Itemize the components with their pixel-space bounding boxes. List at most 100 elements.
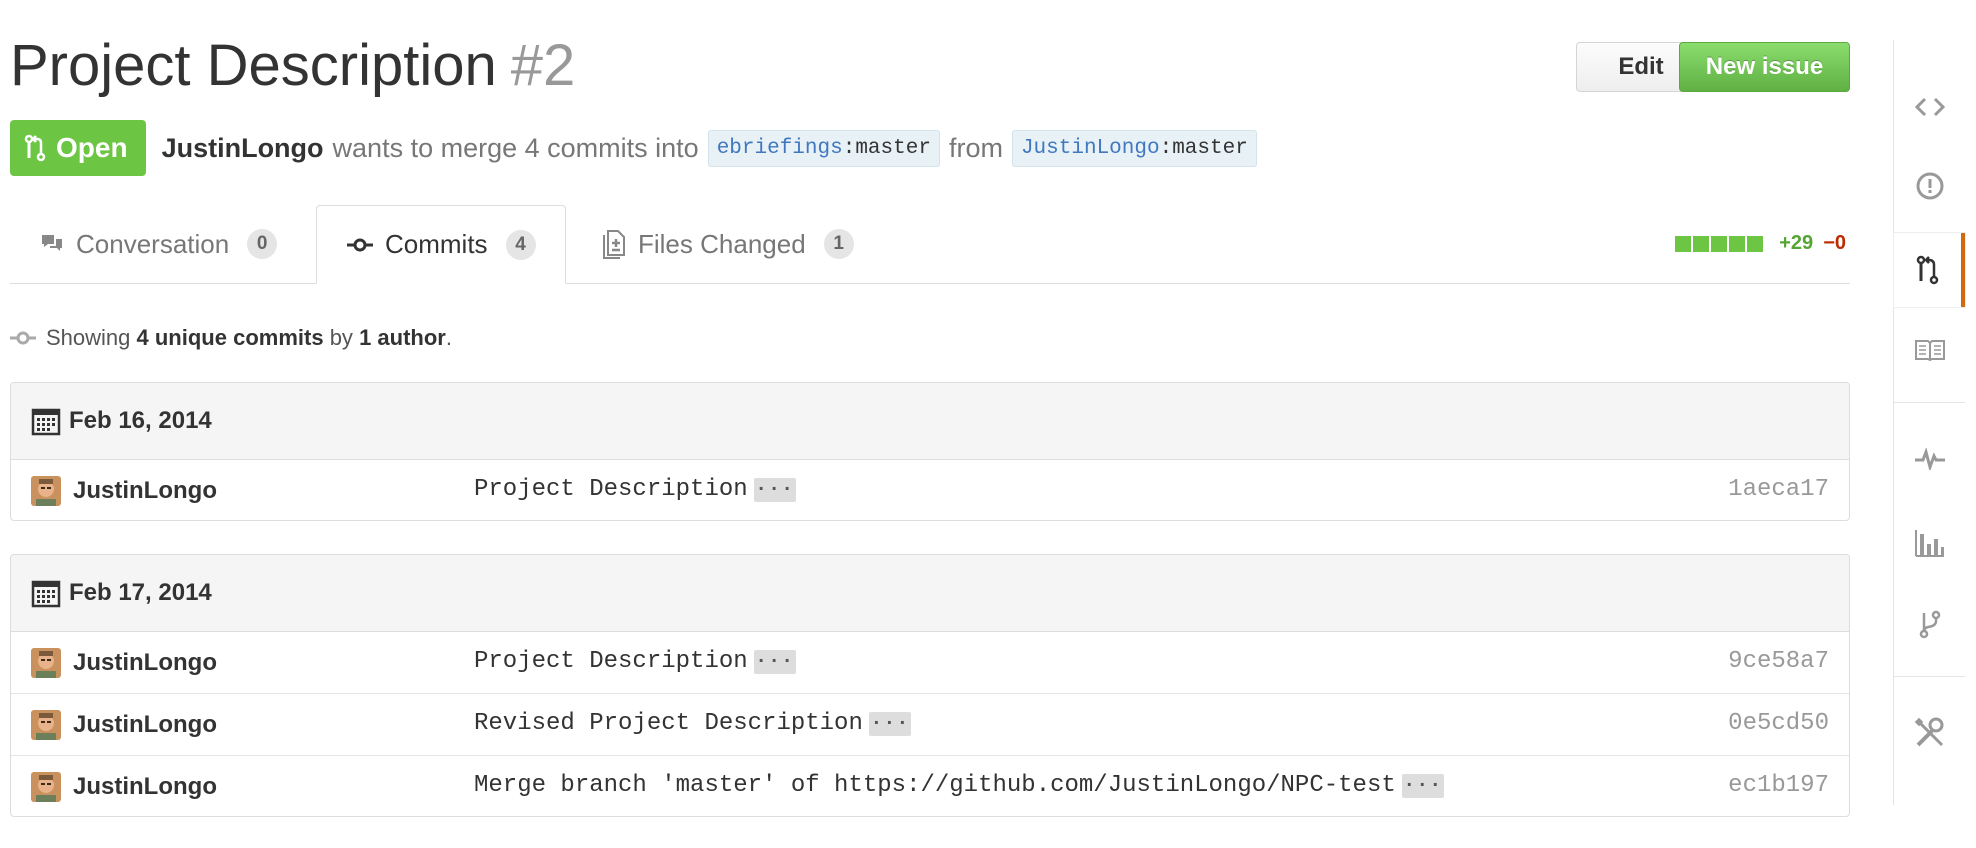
commit-group-header: Feb 16, 2014 xyxy=(11,383,1849,460)
status-label: Open xyxy=(56,132,128,163)
from-text: from xyxy=(948,132,1003,163)
diffstat[interactable]: +29 −0 xyxy=(1675,232,1846,255)
sidebar-item-settings[interactable] xyxy=(1894,696,1965,770)
commit-message-link[interactable]: Revised Project Description xyxy=(474,710,863,737)
sidebar-item-pulse[interactable] xyxy=(1894,422,1965,496)
graphs-icon xyxy=(1914,530,1944,557)
tab-label: Commits xyxy=(385,229,488,259)
commit-row: JustinLongo Revised Project Description ·… xyxy=(11,694,1849,756)
sidebar-item-wiki[interactable] xyxy=(1894,313,1965,387)
expand-message-button[interactable]: ··· xyxy=(753,477,796,502)
commit-sha[interactable]: ec1b197 xyxy=(1728,772,1829,799)
code-icon xyxy=(1914,97,1945,117)
diffstat-bar xyxy=(1675,235,1765,252)
commit-message: Project Description ··· xyxy=(474,476,796,503)
wiki-icon xyxy=(1914,340,1945,361)
commit-message-link[interactable]: Project Description xyxy=(474,648,748,675)
settings-icon xyxy=(1914,717,1943,747)
merge-description: wants to merge 4 commits into xyxy=(332,132,699,163)
head-branch: master xyxy=(1172,136,1248,160)
tab-commits[interactable]: Commits 4 xyxy=(316,205,566,284)
commits-summary: Showing 4 unique commits by 1 author. xyxy=(10,325,452,351)
pr-title: Project Description xyxy=(10,33,497,98)
calendar-icon xyxy=(31,408,61,436)
commit-group: Feb 17, 2014 JustinLongo Project Descrip… xyxy=(10,554,1850,817)
pr-author-link[interactable]: JustinLongo xyxy=(162,133,324,164)
commit-author[interactable]: JustinLongo xyxy=(73,773,217,801)
network-icon xyxy=(1919,610,1940,639)
commit-message: Project Description ··· xyxy=(474,648,796,675)
expand-message-button[interactable]: ··· xyxy=(868,711,911,736)
summary-authors: 1 author xyxy=(359,325,446,350)
avatar[interactable] xyxy=(31,710,61,740)
commit-row: JustinLongo Project Description ··· 9ce58… xyxy=(11,632,1849,694)
sidebar-divider xyxy=(1894,676,1965,677)
pull-request-icon xyxy=(24,134,46,162)
commit-group-date: Feb 16, 2014 xyxy=(69,407,212,434)
pr-header: Project Description #2 Edit New issue xyxy=(10,30,1850,110)
commit-message-link[interactable]: Project Description xyxy=(474,476,748,503)
expand-message-button[interactable]: ··· xyxy=(1401,773,1444,798)
commit-sha[interactable]: 0e5cd50 xyxy=(1728,710,1829,737)
tab-counter: 0 xyxy=(247,229,278,259)
commit-group: Feb 16, 2014 JustinLongo Project Descrip… xyxy=(10,382,1850,521)
commit-row: JustinLongo Merge branch 'master' of htt… xyxy=(11,756,1849,816)
page-title: Project Description #2 xyxy=(10,32,575,99)
sidebar-item-pull-requests[interactable] xyxy=(1894,233,1965,307)
diffstat-block xyxy=(1729,235,1746,252)
issues-icon xyxy=(1916,172,1943,200)
new-issue-button[interactable]: New issue xyxy=(1679,42,1850,92)
tab-counter: 1 xyxy=(823,229,854,259)
commit-group-date: Feb 17, 2014 xyxy=(69,579,212,606)
sidebar-item-issues[interactable] xyxy=(1894,149,1965,223)
head-owner: JustinLongo xyxy=(1020,136,1160,160)
tab-conversation[interactable]: Conversation 0 xyxy=(40,205,278,283)
base-owner: ebriefings xyxy=(716,136,843,160)
diffstat-block xyxy=(1747,235,1764,252)
diffstat-additions: +29 xyxy=(1779,232,1814,254)
summary-prefix: Showing xyxy=(46,325,131,350)
sidebar-item-graphs[interactable] xyxy=(1894,506,1965,580)
summary-commits: 4 unique commits xyxy=(136,325,324,350)
avatar[interactable] xyxy=(31,772,61,802)
diffstat-deletions: −0 xyxy=(1823,232,1846,254)
commit-author[interactable]: JustinLongo xyxy=(73,711,217,739)
commit-author[interactable]: JustinLongo xyxy=(73,649,217,677)
pulse-icon xyxy=(1914,448,1945,470)
commit-group-header: Feb 17, 2014 xyxy=(11,555,1849,632)
summary-suffix: . xyxy=(445,325,452,350)
avatar[interactable] xyxy=(31,476,61,506)
repo-nav-sidebar xyxy=(1893,40,1965,805)
pr-meta: Open JustinLongo wants to merge 4 commit… xyxy=(10,120,1850,176)
tab-label: Files Changed xyxy=(638,228,806,259)
avatar[interactable] xyxy=(31,648,61,678)
commit-icon xyxy=(10,331,36,345)
status-badge: Open xyxy=(10,120,146,176)
summary-by: by xyxy=(329,325,353,350)
tab-files-changed[interactable]: Files Changed 1 xyxy=(602,205,854,283)
commit-author[interactable]: JustinLongo xyxy=(73,477,217,505)
comment-discussion-icon xyxy=(42,235,62,251)
tab-label: Conversation xyxy=(76,228,230,259)
pr-tabs: Conversation 0 Commits 4 Files Changed 1 xyxy=(10,205,1850,284)
pull-request-icon xyxy=(1916,255,1938,285)
commit-message: Revised Project Description ··· xyxy=(474,710,911,737)
commit-icon xyxy=(347,238,373,251)
diffstat-block xyxy=(1711,235,1728,252)
commit-row: JustinLongo Project Description ··· 1aeca… xyxy=(11,460,1849,520)
sidebar-divider xyxy=(1894,402,1965,403)
expand-message-button[interactable]: ··· xyxy=(753,649,796,674)
ref-separator: : xyxy=(842,136,856,160)
head-branch-ref[interactable]: JustinLongo:master xyxy=(1011,129,1257,167)
diffstat-block xyxy=(1675,235,1692,252)
commit-message-link[interactable]: Merge branch 'master' of https://github.… xyxy=(474,772,1396,799)
commit-sha[interactable]: 9ce58a7 xyxy=(1728,648,1829,675)
sidebar-item-network[interactable] xyxy=(1894,587,1965,661)
diff-icon xyxy=(603,230,625,259)
sidebar-item-code[interactable] xyxy=(1894,70,1965,144)
commit-message: Merge branch 'master' of https://github.… xyxy=(474,772,1444,799)
base-branch: master xyxy=(855,136,931,160)
base-branch-ref[interactable]: ebriefings:master xyxy=(707,129,940,167)
commit-sha[interactable]: 1aeca17 xyxy=(1728,476,1829,503)
diffstat-block xyxy=(1693,235,1710,252)
